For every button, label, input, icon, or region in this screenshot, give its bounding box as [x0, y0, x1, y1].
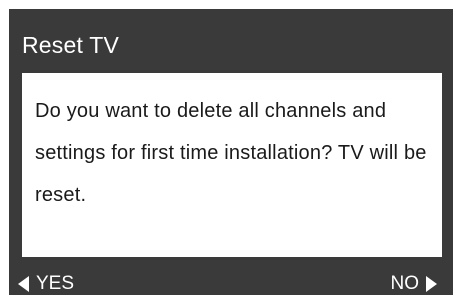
dialog-message: Do you want to delete all channels and s… — [35, 100, 427, 206]
no-button[interactable]: NO — [390, 273, 437, 295]
no-label: NO — [390, 273, 420, 294]
yes-button[interactable]: YES — [18, 273, 74, 295]
dialog-title: Reset TV — [22, 32, 120, 58]
yes-label: YES — [36, 273, 75, 294]
message-box: Do you want to delete all channels and s… — [22, 73, 442, 257]
reset-tv-dialog: Reset TV Do you want to delete all chann… — [9, 9, 453, 295]
left-arrow-icon — [18, 276, 29, 292]
right-arrow-icon — [426, 276, 437, 292]
